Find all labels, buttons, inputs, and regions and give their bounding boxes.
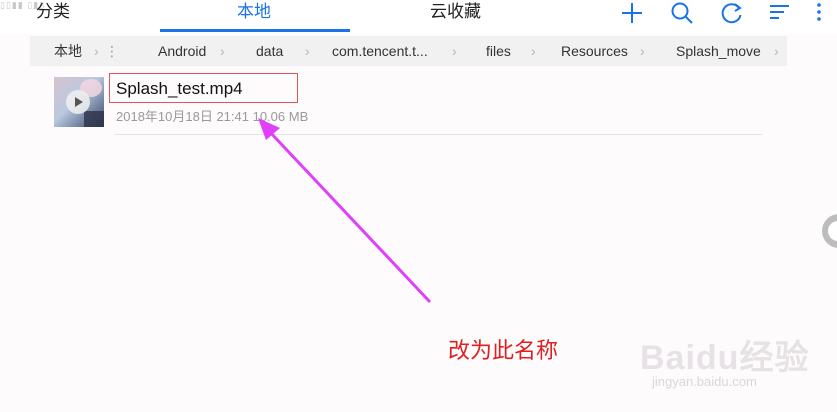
tab-local[interactable]: 本地: [237, 0, 271, 32]
chevron-right-icon: ›: [531, 43, 536, 59]
collapsed-path-icon[interactable]: ⋮: [105, 36, 119, 66]
annotation-text: 改为此名称: [448, 339, 559, 364]
chevron-right-icon: ›: [94, 43, 99, 59]
breadcrumb-item-android[interactable]: Android: [158, 36, 206, 66]
chevron-right-icon: ›: [452, 43, 457, 59]
sort-icon[interactable]: [767, 0, 793, 26]
file-list-item[interactable]: Splash_test.mp4 2018年10月18日 21:41 10.06 …: [50, 72, 762, 134]
handle-icon: [828, 221, 837, 241]
menu-icon[interactable]: [806, 0, 832, 26]
chevron-right-icon: ›: [640, 43, 645, 59]
video-thumbnail: [54, 77, 104, 127]
breadcrumb-item-splash-move[interactable]: Splash_move: [676, 36, 761, 66]
breadcrumb-item-resources[interactable]: Resources: [561, 36, 628, 66]
add-icon[interactable]: [619, 0, 645, 26]
breadcrumb-item-files[interactable]: files: [486, 36, 511, 66]
baidu-watermark-url: jingyan.baidu.com: [652, 374, 757, 389]
refresh-icon[interactable]: [719, 0, 745, 26]
breadcrumb-item-data[interactable]: data: [256, 36, 283, 66]
tab-category[interactable]: 分类: [36, 0, 70, 32]
chevron-right-icon: ›: [305, 43, 310, 59]
top-bar: ▯▯▮▮ ▯▮▯ 分类 本地 云收藏: [0, 0, 837, 34]
baidu-watermark-logo: Baidu经验: [640, 339, 810, 377]
search-icon[interactable]: [669, 0, 695, 26]
breadcrumb-item-com-tencent[interactable]: com.tencent.t...: [332, 36, 428, 66]
play-icon: [66, 90, 90, 114]
active-tab-indicator: [160, 29, 350, 32]
file-meta: 2018年10月18日 21:41 10.06 MB: [116, 109, 309, 124]
file-name: Splash_test.mp4: [109, 73, 298, 103]
breadcrumb: 本地 › ⋮ Android › data › com.tencent.t...…: [30, 36, 787, 66]
chevron-right-icon: ›: [774, 43, 779, 59]
side-floating-handle[interactable]: [822, 214, 837, 248]
tab-cloud-favorites[interactable]: 云收藏: [430, 0, 481, 32]
breadcrumb-item-local[interactable]: 本地: [54, 36, 82, 66]
row-divider: [115, 134, 762, 135]
chevron-right-icon: ›: [220, 43, 225, 59]
